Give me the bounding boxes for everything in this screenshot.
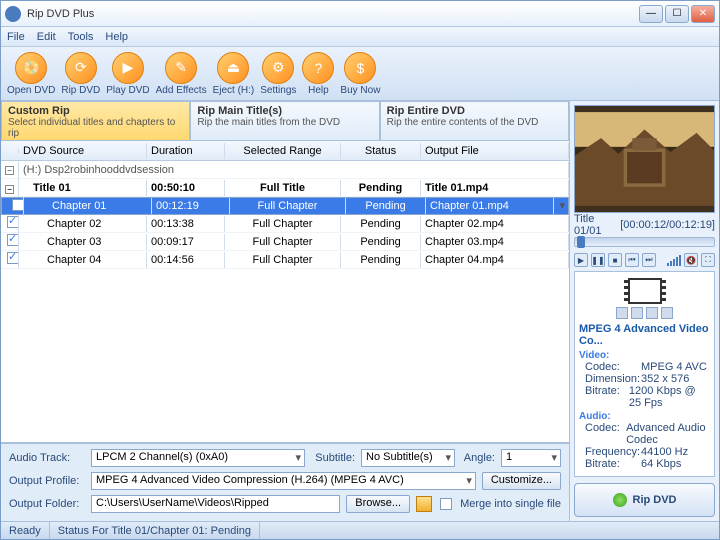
- angle-label: Angle:: [461, 452, 495, 464]
- subtitle-label: Subtitle:: [311, 452, 355, 464]
- status-detail: Status For Title 01/Chapter 01: Pending: [50, 522, 260, 539]
- add-effects-button[interactable]: ✎Add Effects: [156, 52, 207, 96]
- menubar: File Edit Tools Help: [1, 27, 719, 47]
- eject-button[interactable]: ⏏Eject (H:): [213, 52, 255, 96]
- grid-row[interactable]: Chapter 0300:09:17Full ChapterPendingCha…: [1, 233, 569, 251]
- audio-track-select[interactable]: LPCM 2 Channel(s) (0xA0): [91, 449, 305, 467]
- grid-row[interactable]: Chapter 0100:12:19Full ChapterPendingCha…: [1, 197, 569, 215]
- angle-select[interactable]: 1: [501, 449, 561, 467]
- output-profile-select[interactable]: MPEG 4 Advanced Video Compression (H.264…: [91, 472, 476, 490]
- rip-dvd-main-button[interactable]: Rip DVD: [574, 483, 715, 517]
- output-profile-label: Output Profile:: [9, 475, 85, 487]
- eject-icon: ⏏: [217, 52, 249, 84]
- buy-icon: $: [344, 52, 376, 84]
- row-checkbox[interactable]: [7, 234, 19, 246]
- grid-row[interactable]: Chapter 0200:13:38Full ChapterPendingCha…: [1, 215, 569, 233]
- folder-icon[interactable]: [416, 496, 432, 512]
- output-folder-input[interactable]: C:\Users\UserName\Videos\Ripped: [91, 495, 340, 513]
- effects-icon: ✎: [165, 52, 197, 84]
- profile-panel: MPEG 4 Advanced Video Co... Video: Codec…: [574, 271, 715, 477]
- play-button[interactable]: ▶: [574, 253, 588, 267]
- device-row[interactable]: − (H:) Dsp2robinhooddvdsession: [1, 161, 569, 179]
- app-icon: [5, 6, 21, 22]
- menu-help[interactable]: Help: [105, 31, 128, 43]
- grid-row[interactable]: −Title 0100:50:10Full TitlePendingTitle …: [1, 179, 569, 197]
- preview-pane: [574, 105, 715, 213]
- play-icon: ▶: [112, 52, 144, 84]
- col-output-file[interactable]: Output File: [421, 143, 569, 159]
- buy-now-button[interactable]: $Buy Now: [340, 52, 380, 96]
- help-button[interactable]: ?Help: [302, 52, 334, 96]
- volume-icon: [667, 255, 681, 266]
- preview-title: Title 01/01: [574, 213, 616, 237]
- help-icon: ?: [302, 52, 334, 84]
- open-dvd-button[interactable]: 📀Open DVD: [7, 52, 55, 96]
- subtitle-select[interactable]: No Subtitle(s): [361, 449, 455, 467]
- preview-time: [00:00:12/00:12:19]: [620, 219, 715, 231]
- grid-header: DVD Source Duration Selected Range Statu…: [1, 141, 569, 161]
- row-checkbox[interactable]: [7, 216, 19, 228]
- row-checkbox[interactable]: [7, 252, 19, 264]
- seek-slider[interactable]: [574, 237, 715, 247]
- video-header: Video:: [579, 350, 710, 361]
- col-selected-range[interactable]: Selected Range: [225, 143, 341, 159]
- rip-mode-tabs: Custom RipSelect individual titles and c…: [1, 101, 569, 141]
- profile-title: MPEG 4 Advanced Video Co...: [579, 323, 710, 347]
- merge-checkbox[interactable]: [440, 498, 452, 510]
- titlebar: Rip DVD Plus — ☐ ✕: [1, 1, 719, 27]
- gear-icon: ⚙: [262, 52, 294, 84]
- row-checkbox[interactable]: [12, 199, 24, 211]
- customize-button[interactable]: Customize...: [482, 472, 561, 490]
- options-panel: Audio Track: LPCM 2 Channel(s) (0xA0) Su…: [1, 443, 569, 521]
- grid-row[interactable]: Chapter 0400:14:56Full ChapterPendingCha…: [1, 251, 569, 269]
- col-status[interactable]: Status: [341, 143, 421, 159]
- disc-icon: 📀: [15, 52, 47, 84]
- maximize-button[interactable]: ☐: [665, 5, 689, 23]
- tab-rip-main-titles[interactable]: Rip Main Title(s)Rip the main titles fro…: [190, 101, 379, 140]
- next-button[interactable]: ⏭: [642, 253, 656, 267]
- stop-button[interactable]: ■: [608, 253, 622, 267]
- rip-icon: ⟳: [65, 52, 97, 84]
- col-dvd-source[interactable]: DVD Source: [19, 143, 147, 159]
- window-title: Rip DVD Plus: [27, 8, 639, 20]
- merge-label: Merge into single file: [460, 498, 561, 510]
- statusbar: Ready Status For Title 01/Chapter 01: Pe…: [1, 521, 719, 539]
- collapse-icon[interactable]: −: [5, 166, 14, 175]
- go-icon: [613, 493, 627, 507]
- settings-button[interactable]: ⚙Settings: [260, 52, 296, 96]
- prev-button[interactable]: ⏮: [625, 253, 639, 267]
- pause-button[interactable]: ❚❚: [591, 253, 605, 267]
- tab-custom-rip[interactable]: Custom RipSelect individual titles and c…: [1, 101, 190, 140]
- col-duration[interactable]: Duration: [147, 143, 225, 159]
- content-grid: DVD Source Duration Selected Range Statu…: [1, 141, 569, 443]
- browse-button[interactable]: Browse...: [346, 495, 410, 513]
- audio-header: Audio:: [579, 411, 710, 422]
- status-ready: Ready: [1, 522, 50, 539]
- play-dvd-button[interactable]: ▶Play DVD: [106, 52, 149, 96]
- menu-tools[interactable]: Tools: [68, 31, 94, 43]
- output-folder-label: Output Folder:: [9, 498, 85, 510]
- menu-file[interactable]: File: [7, 31, 25, 43]
- mute-button[interactable]: 🔇: [684, 253, 698, 267]
- rip-dvd-button[interactable]: ⟳Rip DVD: [61, 52, 100, 96]
- close-button[interactable]: ✕: [691, 5, 715, 23]
- audio-track-label: Audio Track:: [9, 452, 85, 464]
- tab-rip-entire-dvd[interactable]: Rip Entire DVDRip the entire contents of…: [380, 101, 569, 140]
- fullscreen-button[interactable]: ⛶: [701, 253, 715, 267]
- menu-edit[interactable]: Edit: [37, 31, 56, 43]
- profile-icon: [579, 276, 710, 320]
- toolbar: 📀Open DVD ⟳Rip DVD ▶Play DVD ✎Add Effect…: [1, 47, 719, 101]
- collapse-icon[interactable]: −: [5, 185, 14, 194]
- minimize-button[interactable]: —: [639, 5, 663, 23]
